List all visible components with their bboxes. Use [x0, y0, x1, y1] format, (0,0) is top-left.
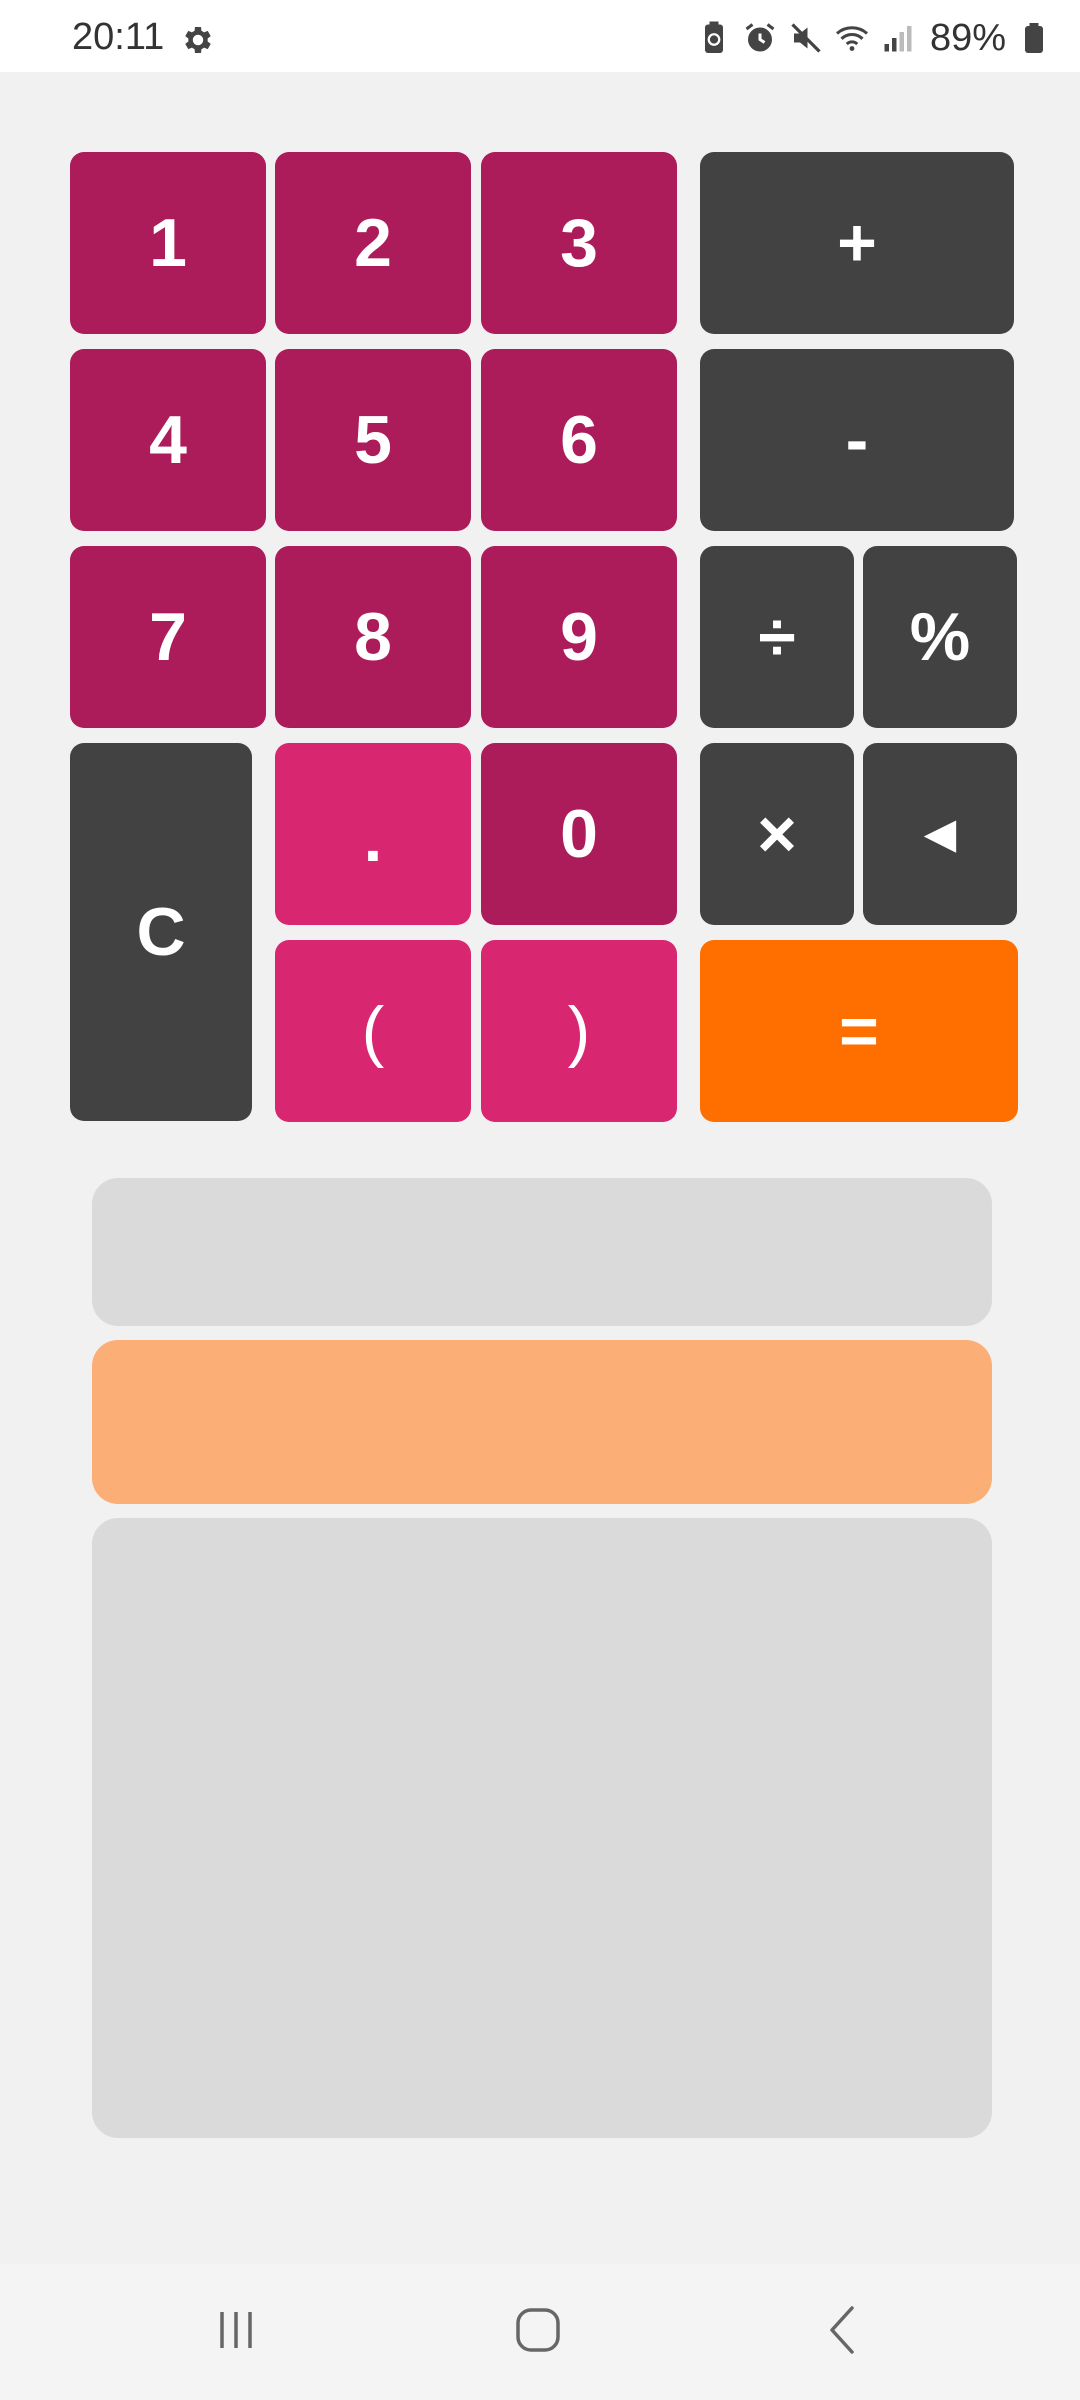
- open-paren-button[interactable]: (: [275, 940, 471, 1122]
- digit-5-button[interactable]: 5: [275, 349, 471, 531]
- divide-button[interactable]: ÷: [700, 546, 854, 728]
- wifi-icon: [834, 20, 870, 56]
- digit-4-button[interactable]: 4: [70, 349, 266, 531]
- clear-button[interactable]: C: [70, 743, 252, 1121]
- recent-apps-button[interactable]: [156, 2264, 316, 2400]
- backspace-button[interactable]: ◄: [863, 743, 1017, 925]
- history-panel[interactable]: [92, 1518, 992, 2138]
- digit-2-button[interactable]: 2: [275, 152, 471, 334]
- plus-button[interactable]: +: [700, 152, 1014, 334]
- recent-apps-icon: [212, 2306, 260, 2359]
- status-bar: 20:11 89%: [0, 0, 1080, 72]
- battery-saver-icon: [696, 20, 732, 56]
- decimal-point-button[interactable]: .: [275, 743, 471, 925]
- settings-gear-icon: [180, 22, 216, 58]
- result-display: [92, 1340, 992, 1504]
- percent-button[interactable]: %: [863, 546, 1017, 728]
- close-paren-button[interactable]: ): [481, 940, 677, 1122]
- navigation-bar: [0, 2264, 1080, 2400]
- digit-7-button[interactable]: 7: [70, 546, 266, 728]
- back-button[interactable]: [762, 2264, 922, 2400]
- home-icon: [512, 2304, 564, 2361]
- multiply-button[interactable]: ×: [700, 743, 854, 925]
- status-time: 20:11: [72, 16, 165, 58]
- back-icon: [818, 2304, 866, 2361]
- minus-button[interactable]: -: [700, 349, 1014, 531]
- digit-1-button[interactable]: 1: [70, 152, 266, 334]
- home-button[interactable]: [458, 2264, 618, 2400]
- digit-3-button[interactable]: 3: [481, 152, 677, 334]
- alarm-icon: [742, 20, 778, 56]
- digit-9-button[interactable]: 9: [481, 546, 677, 728]
- equals-button[interactable]: =: [700, 940, 1018, 1122]
- battery-icon: [1016, 20, 1052, 56]
- expression-display[interactable]: [92, 1178, 992, 1326]
- status-icons: 89%: [696, 16, 1052, 60]
- battery-percent: 89%: [929, 16, 1006, 59]
- digit-8-button[interactable]: 8: [275, 546, 471, 728]
- signal-icon: [880, 20, 916, 56]
- digit-6-button[interactable]: 6: [481, 349, 677, 531]
- digit-0-button[interactable]: 0: [481, 743, 677, 925]
- mute-icon: [788, 20, 824, 56]
